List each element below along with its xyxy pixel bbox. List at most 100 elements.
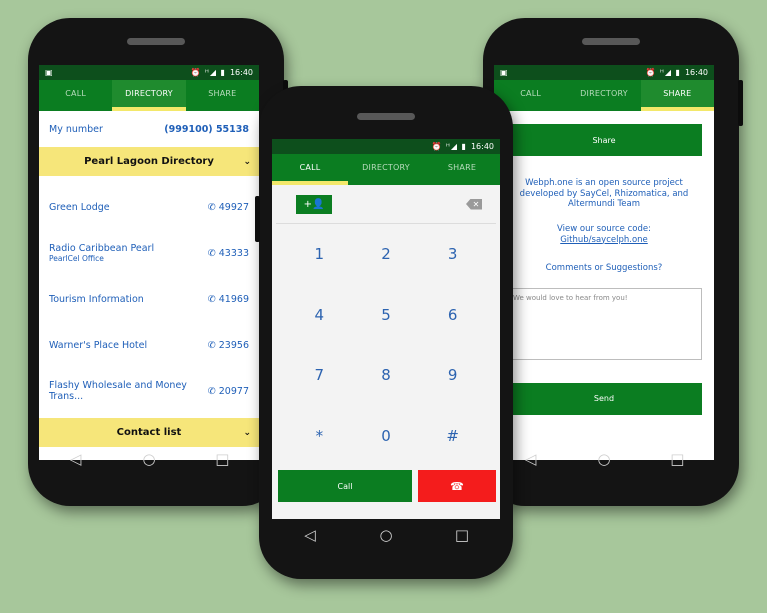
tab-share[interactable]: SHARE [424, 154, 500, 185]
status-bar: ⏰ ᴴ◢ ▮ 16:40 [272, 139, 500, 154]
share-button[interactable]: Share [506, 124, 702, 156]
keypad: 1 2 3 4 5 6 7 8 9 * 0 # [272, 224, 500, 466]
tab-share[interactable]: SHARE [185, 80, 259, 111]
entry-name: Tourism Information [49, 293, 144, 305]
phone-icon: ✆ [207, 247, 219, 259]
key-0[interactable]: 0 [353, 406, 420, 467]
key-1[interactable]: 1 [286, 224, 353, 285]
phone-speaker [357, 113, 415, 120]
tab-bar: CALL DIRECTORY SHARE [272, 154, 500, 185]
home-icon[interactable]: ○ [137, 451, 161, 467]
directory-entry[interactable]: Radio Caribbean Pearl PearlCel Office ✆ 4… [39, 230, 259, 276]
add-contact-button[interactable]: +👤 [296, 194, 332, 214]
entry-name: Radio Caribbean Pearl [49, 243, 155, 254]
phone-side-button [738, 80, 743, 126]
backspace-icon[interactable]: ✕ [466, 198, 482, 210]
recents-icon[interactable]: □ [210, 451, 234, 467]
phone-icon: ✆ [207, 293, 219, 305]
source-code-label: View our source code: [557, 223, 651, 234]
phone-share: ▣ ⏰ ᴴ◢ ▮ 16:40 CALL DIRECTORY SHARE Shar… [483, 18, 743, 506]
android-nav-bar: ◁ ○ □ [39, 448, 259, 470]
home-icon[interactable]: ○ [374, 527, 398, 543]
status-time: 16:40 [229, 68, 253, 77]
key-9[interactable]: 9 [419, 345, 486, 406]
my-number-label: My number [49, 123, 103, 135]
contact-list-header[interactable]: Contact list ⌄ [39, 418, 259, 447]
my-number-row: My number (999100) 55138 [39, 111, 259, 147]
directory-section-header[interactable]: Pearl Lagoon Directory ⌄ [39, 147, 259, 176]
status-icons: ⏰ ᴴ◢ ▮ [190, 68, 226, 77]
tab-bar: CALL DIRECTORY SHARE [39, 80, 259, 111]
tab-bar: CALL DIRECTORY SHARE [494, 80, 714, 111]
recents-icon[interactable]: □ [665, 451, 689, 467]
back-icon[interactable]: ◁ [64, 451, 88, 467]
directory-screen: ▣ ⏰ ᴴ◢ ▮ 16:40 CALL DIRECTORY SHARE My n… [39, 65, 259, 460]
directory-entry[interactable]: Green Lodge ✆ 49927 [39, 184, 259, 230]
key-star[interactable]: * [286, 406, 353, 467]
back-icon[interactable]: ◁ [519, 451, 543, 467]
image-notification-icon: ▣ [45, 68, 53, 77]
status-time: 16:40 [470, 142, 494, 151]
status-time: 16:40 [684, 68, 708, 77]
phone-dialer: ⏰ ᴴ◢ ▮ 16:40 CALL DIRECTORY SHARE +👤 ✕ 1… [255, 86, 513, 579]
tab-directory[interactable]: DIRECTORY [112, 80, 186, 111]
directory-entry[interactable]: Flashy Wholesale and Money Trans... ✆ 20… [39, 368, 259, 414]
phone-icon: ✆ [207, 339, 219, 351]
status-icons: ⏰ ᴴ◢ ▮ [431, 142, 467, 151]
tab-directory[interactable]: DIRECTORY [567, 80, 641, 111]
status-bar: ▣ ⏰ ᴴ◢ ▮ 16:40 [39, 65, 259, 80]
image-notification-icon: ▣ [500, 68, 508, 77]
key-3[interactable]: 3 [419, 224, 486, 285]
status-icons: ⏰ ᴴ◢ ▮ [645, 68, 681, 77]
status-bar: ▣ ⏰ ᴴ◢ ▮ 16:40 [494, 65, 714, 80]
chevron-down-icon: ⌄ [243, 427, 251, 438]
add-person-icon: +👤 [303, 198, 325, 210]
comments-label: Comments or Suggestions? [545, 263, 663, 274]
tab-directory[interactable]: DIRECTORY [348, 154, 424, 185]
key-5[interactable]: 5 [353, 285, 420, 346]
phone-speaker [127, 38, 185, 45]
phone-side-button [255, 196, 260, 242]
hang-up-icon: ☎ [450, 479, 464, 493]
phone-directory: ▣ ⏰ ᴴ◢ ▮ 16:40 CALL DIRECTORY SHARE My n… [28, 18, 288, 506]
home-icon[interactable]: ○ [592, 451, 616, 467]
send-button[interactable]: Send [506, 382, 702, 415]
entry-number: 23956 [218, 339, 249, 351]
back-icon[interactable]: ◁ [298, 527, 322, 543]
entry-number: 20977 [218, 385, 249, 397]
entry-number: 49927 [218, 201, 249, 213]
dial-actions: Call ☎ [278, 470, 496, 502]
dial-input-row: +👤 ✕ [276, 185, 496, 224]
share-screen: ▣ ⏰ ᴴ◢ ▮ 16:40 CALL DIRECTORY SHARE Shar… [494, 65, 714, 460]
key-4[interactable]: 4 [286, 285, 353, 346]
tab-call[interactable]: CALL [39, 80, 113, 111]
recents-icon[interactable]: □ [450, 527, 474, 543]
directory-entry[interactable]: Tourism Information ✆ 41969 [39, 276, 259, 322]
comment-textarea[interactable]: We would love to hear from you! [506, 287, 702, 360]
key-7[interactable]: 7 [286, 345, 353, 406]
hang-up-button[interactable]: ☎ [418, 470, 496, 502]
entry-number: 43333 [218, 247, 249, 259]
chevron-down-icon: ⌄ [243, 156, 251, 167]
entry-name: Green Lodge [49, 201, 110, 213]
about-text: Webph.one is an open source project deve… [519, 178, 689, 210]
key-hash[interactable]: # [419, 406, 486, 467]
entry-number: 41969 [218, 293, 249, 305]
call-button[interactable]: Call [278, 470, 412, 502]
phone-icon: ✆ [207, 201, 219, 213]
github-link[interactable]: Github/saycelph.one [506, 235, 702, 246]
key-6[interactable]: 6 [419, 285, 486, 346]
my-number-value: (999100) 55138 [164, 123, 249, 135]
tab-call[interactable]: CALL [272, 154, 348, 185]
directory-entry[interactable]: Warner's Place Hotel ✆ 23956 [39, 322, 259, 368]
android-nav-bar: ◁ ○ □ [272, 524, 500, 546]
key-8[interactable]: 8 [353, 345, 420, 406]
tab-share[interactable]: SHARE [640, 80, 714, 111]
key-2[interactable]: 2 [353, 224, 420, 285]
entry-subtitle: PearlCel Office [49, 254, 104, 263]
dialer-screen: ⏰ ᴴ◢ ▮ 16:40 CALL DIRECTORY SHARE +👤 ✕ 1… [272, 139, 500, 519]
entry-name: Flashy Wholesale and Money Trans... [49, 380, 187, 402]
entry-name: Warner's Place Hotel [49, 339, 148, 351]
android-nav-bar: ◁ ○ □ [494, 448, 714, 470]
phone-icon: ✆ [207, 385, 219, 397]
